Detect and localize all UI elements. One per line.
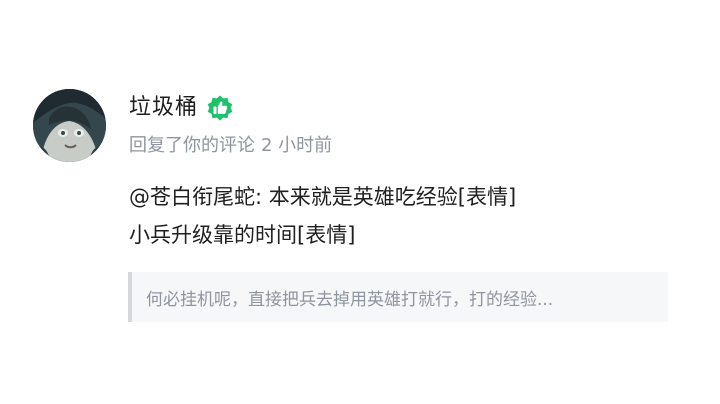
user-row: 垃圾桶 — [129, 92, 234, 124]
reply-notification-card[interactable]: 垃圾桶 回复了你的评论 2 小时前 @苍白衔尾蛇: 本来就是英雄吃经验[表情] 小… — [0, 0, 720, 404]
username[interactable]: 垃圾桶 — [129, 92, 198, 124]
thumbs-up-badge-icon — [206, 94, 234, 122]
reply-content-line-1: @苍白衔尾蛇: 本来就是英雄吃经验[表情] — [129, 185, 517, 209]
reply-content-line-2: 小兵升级靠的时间[表情] — [129, 223, 356, 247]
reply-time: 2 小时前 — [261, 135, 333, 156]
quoted-original-comment[interactable]: 何必挂机呢，直接把兵去掉用英雄打就行，打的经验... — [128, 272, 668, 322]
reply-action-text: 回复了你的评论 — [129, 135, 255, 156]
reply-content[interactable]: @苍白衔尾蛇: 本来就是英雄吃经验[表情] 小兵升级靠的时间[表情] — [129, 178, 689, 254]
reply-meta: 回复了你的评论 2 小时前 — [129, 133, 332, 159]
avatar[interactable] — [33, 89, 106, 162]
avatar-image — [33, 89, 106, 162]
quoted-comment-text: 何必挂机呢，直接把兵去掉用英雄打就行，打的经验... — [146, 289, 554, 310]
